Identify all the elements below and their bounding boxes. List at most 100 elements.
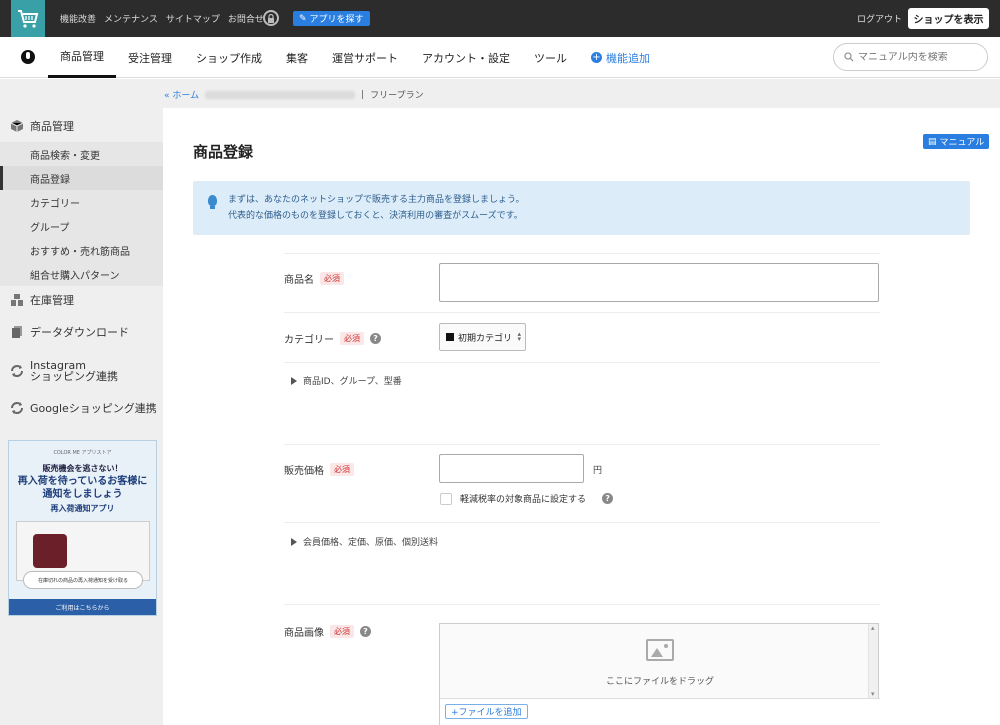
breadcrumb-bar: « ホーム | フリープラン bbox=[0, 79, 1000, 108]
wand-icon: ✎ bbox=[299, 13, 307, 24]
search-input[interactable] bbox=[858, 51, 978, 63]
info-box: まずは、あなたのネットショップで販売する主力商品を登録しましょう。 代表的な価格… bbox=[193, 181, 970, 235]
documents-icon bbox=[12, 326, 22, 338]
price-input[interactable] bbox=[439, 454, 584, 483]
top-link-improvements[interactable]: 機能改善 bbox=[60, 12, 96, 25]
triangle-right-icon bbox=[291, 537, 297, 546]
lightbulb-icon bbox=[208, 195, 217, 209]
info-line2: 代表的な価格のものを登録しておくと、決済利用の審査がスムーズです。 bbox=[228, 211, 523, 221]
sidebar-subitem-category[interactable]: カテゴリー bbox=[0, 190, 163, 214]
search-icon bbox=[844, 52, 854, 62]
divider bbox=[284, 253, 880, 254]
nav-item-tools[interactable]: ツール bbox=[522, 37, 579, 78]
sidebar-item-download[interactable]: データダウンロード bbox=[0, 314, 163, 350]
sidebar-item-label: 在庫管理 bbox=[30, 294, 74, 307]
toggle-product-ids[interactable]: 商品ID、グループ、型番 bbox=[291, 374, 402, 387]
required-badge: 必須 bbox=[330, 625, 354, 638]
nav-item-account[interactable]: アカウント・設定 bbox=[410, 37, 522, 78]
sidebar-item-label: Googleショッピング連携 bbox=[30, 402, 157, 415]
breadcrumb-plan: フリープラン bbox=[370, 91, 424, 101]
toggle-prices-label: 会員価格、定価、原価、個別送料 bbox=[303, 538, 439, 548]
dropzone-text: ここにファイルをドラッグ bbox=[605, 677, 714, 687]
required-badge: 必須 bbox=[320, 272, 344, 285]
manual-button[interactable]: ▤ マニュアル bbox=[923, 134, 990, 149]
divider bbox=[284, 604, 880, 605]
add-feature-label: 機能追加 bbox=[606, 51, 650, 65]
box-icon bbox=[10, 120, 24, 132]
price-text: 販売価格 bbox=[284, 466, 324, 477]
breadcrumb-shop-name-blurred bbox=[205, 90, 356, 99]
manual-search bbox=[833, 43, 988, 71]
sidebar-item-label: データダウンロード bbox=[30, 326, 129, 339]
sidebar-subitem-recommend[interactable]: おすすめ・売れ筋商品 bbox=[0, 238, 163, 262]
show-shop-button[interactable]: ショップを表示 bbox=[908, 8, 989, 29]
restock-app-banner[interactable]: COLOR ME アプリストア 販売機会を逃さない！ 再入荷を待っているお客様に… bbox=[8, 440, 157, 616]
sidebar: 商品管理 商品検索・変更 商品登録 カテゴリー グループ おすすめ・売れ筋商品 … bbox=[0, 108, 163, 725]
divider bbox=[284, 444, 880, 445]
nav-item-marketing[interactable]: 集客 bbox=[274, 37, 320, 78]
sidebar-item-label: 商品管理 bbox=[30, 120, 74, 133]
toggle-product-ids-label: 商品ID、グループ、型番 bbox=[303, 377, 402, 387]
triangle-right-icon bbox=[291, 376, 297, 385]
toggle-prices[interactable]: 会員価格、定価、原価、個別送料 bbox=[291, 535, 438, 548]
top-link-maintenance[interactable]: メンテナンス bbox=[104, 12, 158, 25]
instagram-line2: ショッピング連携 bbox=[30, 370, 118, 383]
dropzone-scrollbar[interactable] bbox=[868, 624, 878, 698]
top-link-contact[interactable]: お問合せ bbox=[228, 12, 264, 25]
brand-logo-icon[interactable] bbox=[21, 50, 35, 64]
image-dropzone[interactable]: ここにファイルをドラッグ +ファイルを追加 bbox=[439, 623, 880, 725]
nav-item-shop-build[interactable]: ショップ作成 bbox=[184, 37, 274, 78]
breadcrumb: « ホーム | フリープラン bbox=[164, 88, 424, 102]
banner-line2a: 再入荷を待っているお客様に bbox=[17, 476, 148, 487]
help-icon[interactable]: ? bbox=[370, 333, 381, 344]
sync-icon bbox=[11, 402, 23, 414]
find-apps-button[interactable]: ✎ アプリを探す bbox=[293, 11, 370, 26]
banner-line1: 販売機会を逃さない！ bbox=[42, 464, 123, 473]
banner-footer[interactable]: ご利用はこちらから bbox=[9, 599, 156, 615]
help-icon[interactable]: ? bbox=[602, 493, 614, 504]
top-link-sitemap[interactable]: サイトマップ bbox=[166, 12, 220, 25]
image-text: 商品画像 bbox=[284, 628, 324, 639]
sidebar-item-google[interactable]: Googleショッピング連携 bbox=[0, 390, 163, 426]
top-links: 機能改善 メンテナンス サイトマップ お問合せ bbox=[60, 12, 264, 25]
lock-icon[interactable] bbox=[263, 10, 279, 26]
boxes-icon bbox=[11, 294, 23, 306]
divider bbox=[284, 522, 880, 523]
price-label: 販売価格 必須 bbox=[284, 462, 354, 477]
cart-logo-icon[interactable] bbox=[11, 0, 45, 37]
sidebar-item-stock[interactable]: 在庫管理 bbox=[0, 282, 163, 318]
banner-headline: 再入荷を待っているお客様に 通知をしましょう bbox=[9, 475, 156, 501]
category-select-value: 初期カテゴリ bbox=[458, 333, 513, 344]
page-title: 商品登録 bbox=[193, 143, 254, 161]
sidebar-item-product-mgmt[interactable]: 商品管理 bbox=[0, 108, 163, 144]
banner-app-name: 再入荷通知アプリ bbox=[50, 504, 115, 513]
logout-link[interactable]: ログアウト bbox=[857, 12, 902, 25]
required-badge: 必須 bbox=[330, 463, 354, 476]
reduced-tax-checkbox[interactable] bbox=[440, 492, 452, 505]
breadcrumb-home[interactable]: « ホーム bbox=[164, 88, 199, 101]
divider bbox=[284, 312, 880, 313]
sidebar-item-instagram[interactable]: Instagram ショッピング連携 bbox=[0, 353, 163, 389]
main-content: 商品登録 ▤ マニュアル まずは、あなたのネットショップで販売する主力商品を登録… bbox=[163, 108, 1000, 725]
nav-item-support[interactable]: 運営サポート bbox=[320, 37, 410, 78]
nav-item-products[interactable]: 商品管理 bbox=[48, 37, 116, 78]
manual-label: マニュアル bbox=[939, 138, 985, 148]
nav-item-add-feature[interactable]: + 機能追加 bbox=[579, 37, 662, 78]
sidebar-subitem-register[interactable]: 商品登録 bbox=[0, 166, 163, 190]
reduced-tax-label: 軽減税率の対象商品に設定する bbox=[460, 495, 587, 505]
image-icon bbox=[646, 639, 674, 661]
nav-item-orders[interactable]: 受注管理 bbox=[116, 37, 184, 78]
find-apps-label: アプリを探す bbox=[309, 15, 364, 25]
product-name-input[interactable] bbox=[439, 263, 879, 302]
select-arrows-icon: ▴ ▾ bbox=[517, 330, 521, 343]
square-icon bbox=[446, 333, 454, 341]
nav-menu: 商品管理 受注管理 ショップ作成 集客 運営サポート アカウント・設定 ツール … bbox=[48, 37, 662, 78]
dropzone-footer: +ファイルを追加 bbox=[440, 698, 880, 725]
add-file-button[interactable]: +ファイルを追加 bbox=[445, 704, 528, 719]
category-select[interactable]: 初期カテゴリ ▴ ▾ bbox=[439, 323, 526, 351]
help-icon[interactable]: ? bbox=[360, 626, 371, 637]
image-label: 商品画像 必須 ? bbox=[284, 624, 371, 639]
product-name-label: 商品名 必須 bbox=[284, 271, 344, 286]
sidebar-subitem-group[interactable]: グループ bbox=[0, 214, 163, 238]
sidebar-subitem-search[interactable]: 商品検索・変更 bbox=[0, 142, 163, 166]
